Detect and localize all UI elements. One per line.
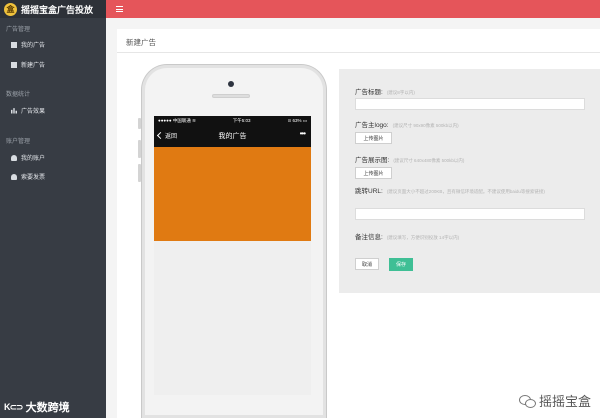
sidebar-item-my-account[interactable]: 我的账户 [0,153,45,162]
section-title-statistics: 数据统计 [6,92,31,98]
watermark-logo: K⊂⊃ 大数跨境 [4,399,70,415]
brand-logo-icon: 盒 [4,2,17,16]
logo-hint: (建议尺寸 90x90像素 500kb以内) [392,123,459,128]
hamburger-menu-icon[interactable] [116,6,123,12]
section-title-ad-management: 广告管理 [6,27,31,33]
ad-title-input[interactable] [355,98,585,110]
jump-url-label-text: 跳转URL: [355,188,383,195]
cancel-button[interactable]: 取消 [355,258,379,270]
user-icon [11,154,17,161]
bar-chart-icon [11,108,17,114]
new-ad-form: 广告标题: (建议8字以内) 广告主logo: (建议尺寸 90x90像素 500k… [339,69,600,293]
status-battery: ⊙ 63% ▭ [287,118,307,123]
section-title-account: 账户管理 [6,139,31,145]
sidebar-item-my-ads[interactable]: 我的广告 [0,40,45,49]
brand-title: 摇摇宝盒广告投放 [21,4,94,15]
ad-banner-preview [154,147,311,241]
logo-label-text: 广告主logo: [355,122,389,129]
sidebar-item-new-ad[interactable]: 新建广告 [0,60,45,69]
sidebar: 盒 摇摇宝盒广告投放 广告管理 我的广告 新建广告 数据统计 广告效果 账户管理… [0,0,106,418]
watermark-mark: K⊂⊃ [4,401,24,412]
save-button[interactable]: 保存 [389,258,413,271]
remark-label-text: 备注信息: [355,234,383,241]
watermark-wechat: 摇摇宝盒 [518,391,591,410]
logo-label: 广告主logo: (建议尺寸 90x90像素 500kb以内) [355,119,459,129]
jump-url-input[interactable] [355,208,585,220]
top-bar [106,0,600,18]
more-icon[interactable]: ••• [300,129,306,138]
square-icon [11,61,17,68]
page-title: 新建广告 [117,29,600,53]
upload-logo-button[interactable]: 上传图片 [355,132,392,144]
sidebar-item-label: 我的广告 [21,43,46,49]
upload-display-image-button[interactable]: 上传图片 [355,167,392,179]
chevron-left-icon [156,131,165,140]
ad-title-hint: (建议8字以内) [386,90,415,95]
brand[interactable]: 盒 摇摇宝盒广告投放 [0,0,106,18]
remark-hint: (建议填写，方便识别投放 14字以内) [386,235,460,240]
display-image-hint: (建议尺寸 640x480像素 500kb以内) [393,158,465,163]
phone-status-bar: ●●●●● 中国联通 ≋ 下午5:03 ⊙ 63% ▭ [154,116,311,126]
status-carrier: ●●●●● 中国联通 ≋ [158,118,196,123]
display-image-label: 广告展示图: (建议尺寸 640x480像素 500kb以内) [355,154,464,164]
sidebar-item-ad-performance[interactable]: 广告效果 [0,106,45,115]
watermark-right-text: 摇摇宝盒 [538,394,591,409]
remark-label: 备注信息: (建议填写，方便识别投放 14字以内) [355,231,459,241]
wechat-page-title: 我的广告 [218,132,247,140]
ad-title-label-text: 广告标题: [355,89,383,96]
phone-volume-button [138,140,141,158]
phone-volume-button [138,164,141,182]
sidebar-item-label: 索要发票 [21,175,46,181]
sidebar-item-invoice[interactable]: 索要发票 [0,172,45,181]
phone-mute-switch [138,118,141,129]
back-label: 返回 [165,134,178,140]
status-time: 下午5:03 [232,118,251,123]
phone-speaker [212,94,250,98]
wechat-icon [518,394,536,408]
sidebar-item-label: 新建广告 [21,63,46,69]
square-icon [11,41,17,48]
user-icon [11,173,17,180]
display-image-label-text: 广告展示图: [355,157,390,164]
watermark-text: 大数跨境 [25,402,70,414]
phone-camera-icon [228,81,234,87]
ad-title-label: 广告标题: (建议8字以内) [355,86,415,96]
back-button[interactable]: 返回 [156,131,178,140]
phone-screen: ●●●●● 中国联通 ≋ 下午5:03 ⊙ 63% ▭ 返回 我的广告 ••• [154,116,311,395]
sidebar-item-label: 我的账户 [21,156,46,162]
sidebar-item-label: 广告效果 [21,109,46,115]
wechat-nav-bar: 返回 我的广告 ••• [154,126,311,145]
jump-url-hint: (建议页面大小不超过200KB，且有微信环境适配。不建议使用baidu等搜索链接… [386,189,545,194]
ad-page-body [154,241,311,395]
jump-url-label: 跳转URL: (建议页面大小不超过200KB，且有微信环境适配。不建议使用baid… [355,187,585,196]
